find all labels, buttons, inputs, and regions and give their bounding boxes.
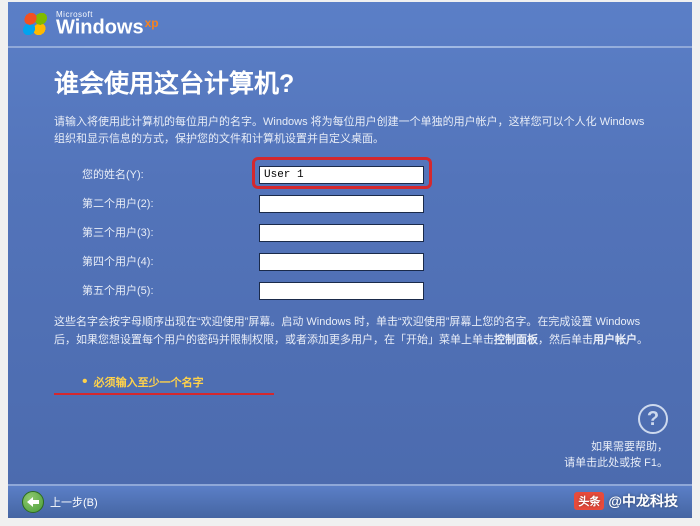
help-line2: 请单击此处或按 F1。	[564, 454, 668, 470]
page-title: 谁会使用这台计算机?	[54, 64, 652, 100]
user-label-3: 第三个用户(3):	[54, 224, 239, 240]
user-row-3: 第三个用户(3):	[54, 222, 652, 242]
warning-text: 必须输入至少一个名字	[94, 377, 204, 389]
header: Microsoft Windowsxp	[8, 2, 692, 46]
watermark-text: @中龙科技	[608, 491, 678, 511]
user-row-1: 您的姓名(Y):	[54, 164, 652, 184]
back-label: 上一步(B)	[50, 494, 98, 510]
user2-input[interactable]	[259, 195, 424, 213]
your-name-input[interactable]	[259, 166, 424, 184]
brand-block: Microsoft Windowsxp	[56, 11, 159, 37]
bullet-icon: •	[82, 373, 88, 390]
windows-flag-icon	[22, 11, 48, 37]
user5-input[interactable]	[259, 282, 424, 300]
user-label-2: 第二个用户(2):	[54, 195, 239, 211]
header-divider	[8, 46, 692, 48]
user4-input[interactable]	[259, 253, 424, 271]
help-line1: 如果需要帮助，	[564, 438, 668, 454]
user-label-5: 第五个用户(5):	[54, 282, 239, 298]
user-row-5: 第五个用户(5):	[54, 280, 652, 300]
back-button[interactable]: 上一步(B)	[22, 491, 98, 513]
brand-company: Microsoft	[56, 11, 159, 19]
warning-underline-annotation	[54, 393, 274, 395]
input-wrap-1	[259, 164, 424, 184]
intro-text: 请输入将使用此计算机的每位用户的名字。Windows 将为每位用户创建一个单独的…	[54, 114, 652, 148]
user3-input[interactable]	[259, 224, 424, 242]
brand-product: Windows	[56, 16, 144, 38]
setup-screen: Microsoft Windowsxp 谁会使用这台计算机? 请输入将使用此计算…	[8, 2, 692, 518]
user-row-2: 第二个用户(2):	[54, 193, 652, 213]
user-label-1: 您的姓名(Y):	[54, 166, 239, 182]
watermark-icon: 头条	[574, 492, 604, 510]
help-icon[interactable]: ?	[638, 404, 668, 434]
watermark: 头条 @中龙科技	[574, 491, 678, 511]
user-label-4: 第四个用户(4):	[54, 253, 239, 269]
instruction-note: 这些名字会按字母顺序出现在“欢迎使用”屏幕。启动 Windows 时，单击“欢迎…	[54, 314, 652, 349]
user-row-4: 第四个用户(4):	[54, 251, 652, 271]
warning-row: • 必须输入至少一个名字	[54, 373, 652, 391]
arrow-left-icon	[22, 491, 44, 513]
content-area: 谁会使用这台计算机? 请输入将使用此计算机的每位用户的名字。Windows 将为…	[8, 54, 692, 391]
help-area: ? 如果需要帮助， 请单击此处或按 F1。	[564, 404, 668, 470]
